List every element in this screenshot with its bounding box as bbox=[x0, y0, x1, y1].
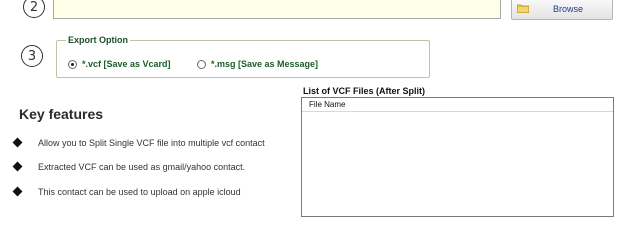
step-2-badge: 2 bbox=[23, 0, 45, 18]
feature-item: Extracted VCF can be used as gmail/yahoo… bbox=[38, 162, 246, 172]
file-list[interactable]: File Name bbox=[301, 97, 614, 217]
column-header-file-name: File Name bbox=[309, 100, 346, 109]
step-3-number: 3 bbox=[27, 48, 37, 64]
folder-icon bbox=[517, 4, 529, 13]
bullet-icon bbox=[12, 161, 23, 172]
radio-msg[interactable] bbox=[197, 60, 206, 69]
file-list-title: List of VCF Files (After Split) bbox=[303, 86, 426, 96]
feature-item: This contact can be used to upload on ap… bbox=[38, 187, 241, 197]
export-option-legend: Export Option bbox=[66, 35, 130, 45]
radio-msg-label[interactable]: *.msg [Save as Message] bbox=[211, 59, 318, 69]
file-list-header[interactable]: File Name bbox=[302, 98, 613, 112]
radio-vcf-label[interactable]: *.vcf [Save as Vcard] bbox=[82, 59, 171, 69]
bullet-icon bbox=[12, 137, 23, 148]
step-2-number: 2 bbox=[29, 0, 39, 15]
browse-label: Browse bbox=[553, 4, 584, 14]
file-path-input[interactable] bbox=[53, 0, 501, 19]
browse-button[interactable]: Browse bbox=[511, 0, 613, 20]
key-features-title: Key features bbox=[19, 106, 104, 122]
feature-item: Allow you to Split Single VCF file into … bbox=[38, 138, 265, 148]
step-3-badge: 3 bbox=[21, 45, 43, 67]
radio-vcf[interactable] bbox=[68, 60, 77, 69]
bullet-icon bbox=[12, 186, 23, 197]
